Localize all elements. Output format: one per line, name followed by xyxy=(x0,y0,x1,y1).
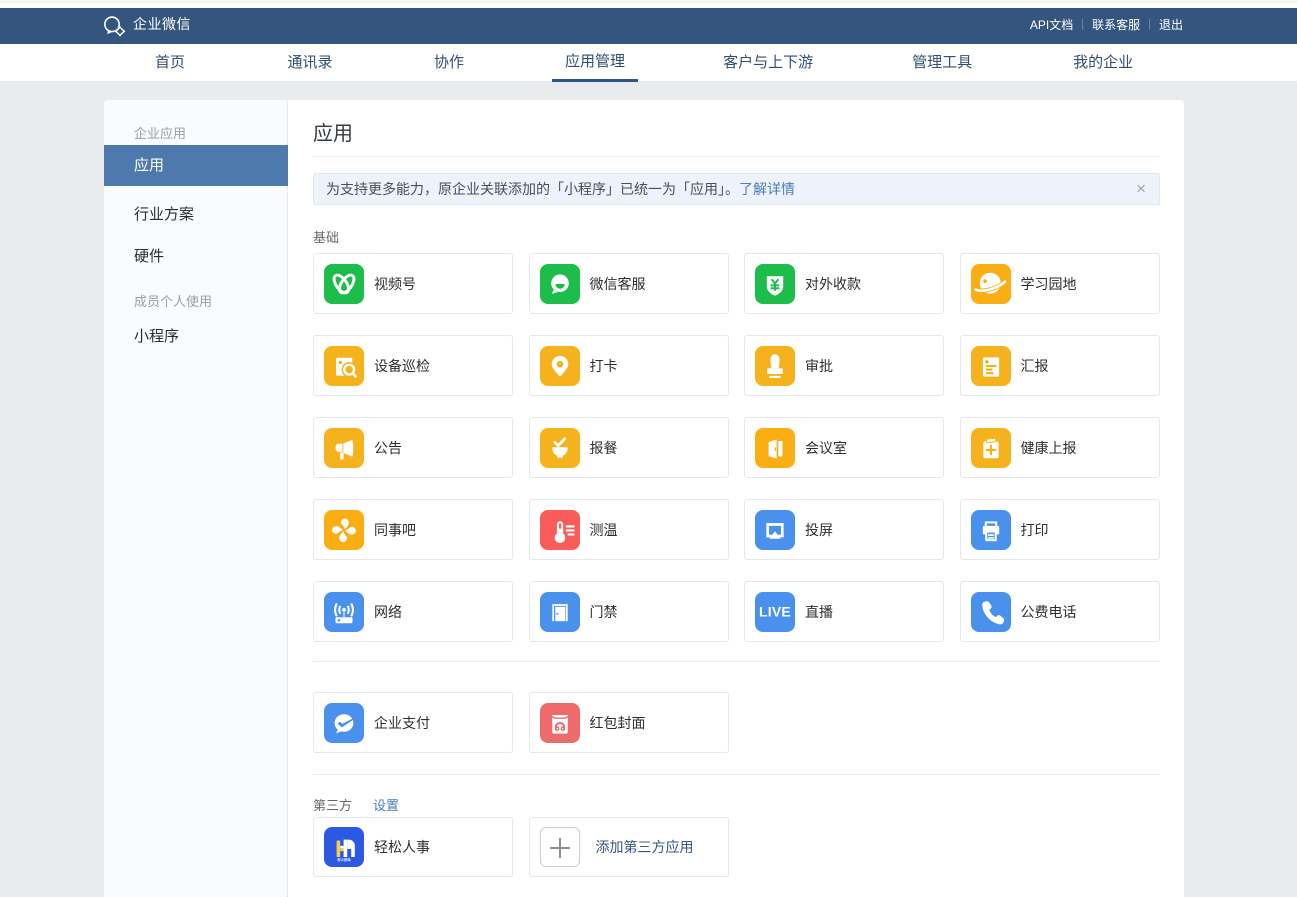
svg-text:薪人薪事: 薪人薪事 xyxy=(337,857,351,862)
svg-text:LIVE: LIVE xyxy=(759,603,791,619)
